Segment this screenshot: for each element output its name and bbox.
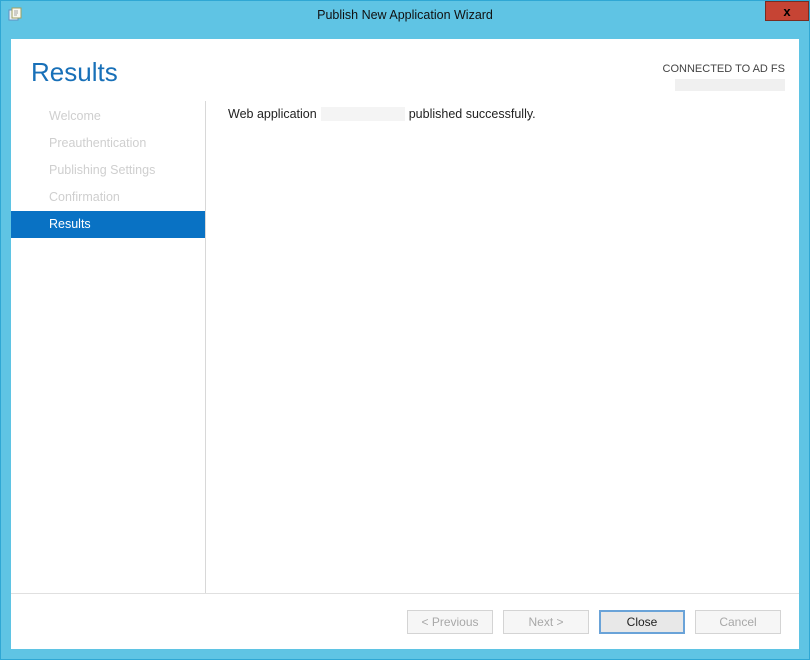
connection-status: CONNECTED TO AD FS <box>663 57 785 91</box>
step-results: Results <box>11 211 205 238</box>
wizard-window: Publish New Application Wizard x Results… <box>0 0 810 660</box>
step-welcome: Welcome <box>11 103 205 130</box>
content-frame: Results CONNECTED TO AD FS Welcome Preau… <box>1 29 809 659</box>
step-preauthentication: Preauthentication <box>11 130 205 157</box>
page-title: Results <box>31 57 118 88</box>
result-app-name-redacted <box>321 107 405 121</box>
close-button-label: Close <box>627 615 658 629</box>
body: Welcome Preauthentication Publishing Set… <box>11 101 799 593</box>
cancel-button: Cancel <box>695 610 781 634</box>
close-icon: x <box>783 4 790 19</box>
result-message-suffix: published successfully. <box>409 107 536 121</box>
connected-server-placeholder <box>675 79 785 91</box>
titlebar: Publish New Application Wizard x <box>1 1 809 29</box>
main-panel: Web application published successfully. <box>206 101 799 593</box>
previous-button: < Previous <box>407 610 493 634</box>
connected-label: CONNECTED TO AD FS <box>663 63 785 75</box>
step-publishing-settings: Publishing Settings <box>11 157 205 184</box>
wizard-steps-sidebar: Welcome Preauthentication Publishing Set… <box>11 101 206 593</box>
content: Results CONNECTED TO AD FS Welcome Preau… <box>11 39 799 649</box>
next-button: Next > <box>503 610 589 634</box>
header-row: Results CONNECTED TO AD FS <box>11 39 799 101</box>
result-message: Web application published successfully. <box>228 107 779 121</box>
next-button-label: Next > <box>528 615 563 629</box>
footer: < Previous Next > Close Cancel <box>11 593 799 649</box>
step-confirmation: Confirmation <box>11 184 205 211</box>
result-message-prefix: Web application <box>228 107 317 121</box>
previous-button-label: < Previous <box>421 615 478 629</box>
close-button[interactable]: Close <box>599 610 685 634</box>
app-icon <box>7 7 23 23</box>
cancel-button-label: Cancel <box>719 615 756 629</box>
window-title: Publish New Application Wizard <box>317 8 493 22</box>
close-window-button[interactable]: x <box>765 1 809 21</box>
